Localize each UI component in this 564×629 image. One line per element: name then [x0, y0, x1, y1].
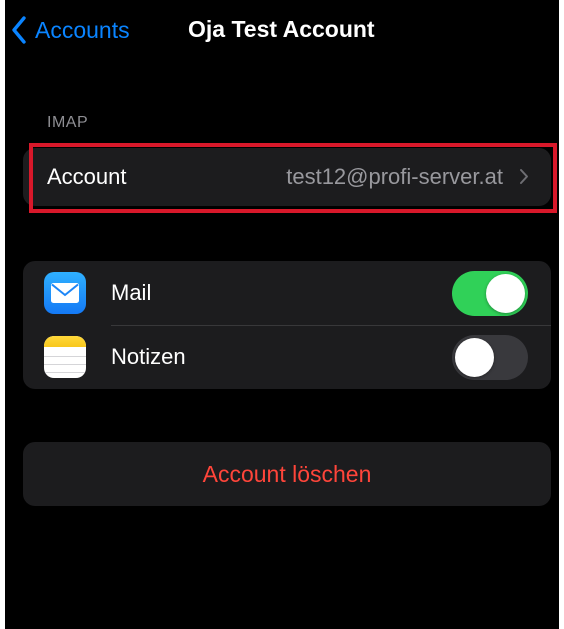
- page-title: Oja Test Account: [188, 16, 375, 42]
- notes-toggle[interactable]: [452, 335, 528, 380]
- back-button-label: Accounts: [35, 16, 130, 43]
- navigation-bar: Accounts Oja Test Account: [5, 0, 559, 60]
- notes-row: Notizen: [23, 325, 551, 389]
- chevron-right-icon: [520, 169, 528, 184]
- account-group: Account test12@profi-server.at: [23, 148, 551, 206]
- mail-label: Mail: [111, 280, 152, 305]
- mail-icon: [44, 272, 86, 314]
- apps-group: Mail Notizen: [23, 261, 551, 389]
- delete-account-button[interactable]: Account löschen: [23, 442, 551, 506]
- notes-icon: [44, 336, 86, 378]
- account-row[interactable]: Account test12@profi-server.at: [23, 148, 551, 206]
- delete-account-label: Account löschen: [202, 460, 372, 487]
- back-button[interactable]: Accounts: [11, 12, 130, 48]
- chevron-left-icon: [12, 16, 26, 44]
- imap-section-header: IMAP: [47, 114, 89, 131]
- settings-screen: Accounts Oja Test Account IMAP Account t…: [5, 0, 559, 629]
- delete-group: Account löschen: [23, 442, 551, 506]
- mail-toggle-knob: [486, 274, 525, 313]
- mail-toggle[interactable]: [452, 271, 528, 316]
- account-email: test12@profi-server.at: [286, 164, 503, 189]
- mail-row: Mail: [23, 261, 551, 325]
- account-label: Account: [47, 164, 127, 189]
- notes-label: Notizen: [111, 344, 186, 369]
- notes-toggle-knob: [455, 338, 494, 377]
